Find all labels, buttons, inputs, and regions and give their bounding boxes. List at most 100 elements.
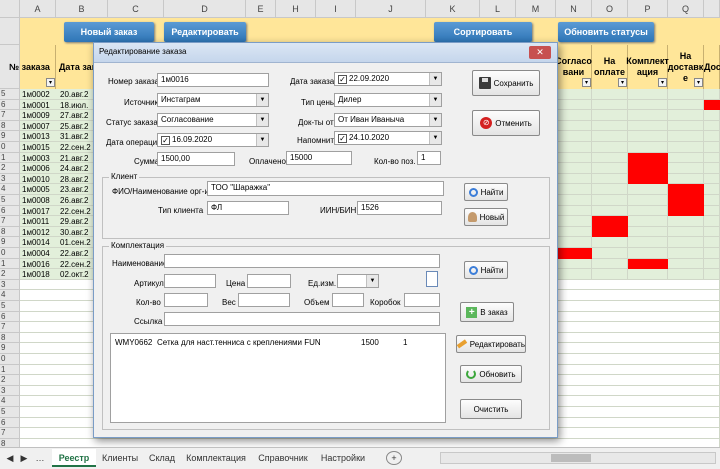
status-cell[interactable]: [628, 184, 668, 195]
status-flag[interactable]: [628, 258, 668, 270]
status-cell[interactable]: [668, 173, 704, 185]
status-cell[interactable]: [592, 131, 628, 142]
order-no-cell[interactable]: 1м0007: [20, 121, 56, 132]
order-date-cell[interactable]: 28.авг.2: [58, 174, 92, 185]
status-cell[interactable]: [668, 99, 704, 111]
price-field[interactable]: [247, 274, 291, 288]
new-order-button[interactable]: Новый заказ: [64, 22, 154, 42]
status-cell[interactable]: [592, 152, 628, 164]
status-cell[interactable]: [704, 142, 720, 153]
status-cell[interactable]: [592, 269, 628, 280]
row-header[interactable]: 2: [0, 269, 20, 280]
status-flag[interactable]: [628, 173, 668, 185]
row-header[interactable]: 6: [0, 311, 20, 323]
status-cell[interactable]: [668, 163, 704, 174]
status-flag[interactable]: [668, 205, 704, 217]
tab-clients[interactable]: Клиенты: [98, 449, 142, 467]
sort-button[interactable]: Сортировать: [434, 22, 532, 42]
status-flag[interactable]: [628, 152, 668, 164]
status-cell[interactable]: [556, 89, 592, 100]
col-header-i[interactable]: I: [316, 0, 356, 18]
status-cell[interactable]: [704, 110, 720, 121]
chevron-down-icon[interactable]: ▼: [429, 73, 441, 85]
row-header[interactable]: 3: [0, 173, 20, 185]
order-date-picker[interactable]: ✓ 22.09.2020 ▼: [334, 72, 442, 86]
remind-date-picker[interactable]: ✓ 24.10.2020 ▼: [334, 131, 442, 145]
status-cell[interactable]: [668, 120, 704, 132]
row-header[interactable]: 4: [0, 290, 20, 301]
source-select[interactable]: Инстаграм ▼: [157, 93, 269, 107]
row-header[interactable]: 0: [0, 142, 20, 153]
filter-dropdown-icon[interactable]: ▾: [582, 78, 591, 87]
status-cell[interactable]: [592, 110, 628, 121]
add-sheet-icon[interactable]: +: [386, 451, 402, 465]
status-cell[interactable]: [592, 205, 628, 217]
col-header-e[interactable]: E: [246, 0, 276, 18]
status-cell[interactable]: [592, 163, 628, 174]
row-header[interactable]: 0: [0, 248, 20, 259]
col-header-d[interactable]: D: [164, 0, 246, 18]
row-header[interactable]: 1: [0, 258, 20, 270]
status-cell[interactable]: [592, 99, 628, 111]
row-header[interactable]: [0, 18, 20, 45]
status-cell[interactable]: [628, 269, 668, 280]
chevron-down-icon[interactable]: ▼: [429, 114, 441, 126]
status-cell[interactable]: [556, 152, 592, 164]
row-header[interactable]: 7: [0, 110, 20, 121]
tab-settings[interactable]: Настройки: [316, 449, 370, 467]
row-header[interactable]: 8: [0, 226, 20, 238]
tab-warehouse[interactable]: Склад: [144, 449, 180, 467]
status-cell[interactable]: [556, 216, 592, 227]
chevron-down-icon[interactable]: ▼: [256, 114, 268, 126]
order-date-cell[interactable]: 22.авг.2: [58, 248, 92, 259]
status-cell[interactable]: [592, 195, 628, 206]
client-type-field[interactable]: ФЛ: [207, 201, 289, 215]
status-cell[interactable]: [556, 173, 592, 185]
order-date-cell[interactable]: 30.авг.2: [58, 227, 92, 238]
unit-select[interactable]: ▼: [337, 274, 379, 288]
col-header-k[interactable]: K: [426, 0, 480, 18]
status-cell[interactable]: [668, 152, 704, 164]
edit-order-button[interactable]: Редактировать: [164, 22, 246, 42]
order-date-cell[interactable]: 24.авг.2: [58, 163, 92, 174]
col-header-a[interactable]: A: [20, 0, 56, 18]
order-no-cell[interactable]: 1м0010: [20, 174, 56, 185]
status-cell[interactable]: [704, 205, 720, 217]
items-list[interactable]: WMY0662 Сетка для наст.тенниса с креплени…: [110, 333, 446, 423]
order-no-cell[interactable]: 1м0017: [20, 206, 56, 217]
order-no-cell[interactable]: 1м0008: [20, 195, 56, 206]
kit-name-field[interactable]: [164, 254, 440, 268]
order-no-cell[interactable]: 1м0015: [20, 142, 56, 153]
status-cell[interactable]: [704, 226, 720, 238]
article-field[interactable]: [164, 274, 216, 288]
price-type-select[interactable]: Дилер ▼: [334, 93, 442, 107]
status-cell[interactable]: [628, 110, 668, 121]
client-name-field[interactable]: ТОО "Шаражка": [207, 181, 444, 196]
order-no-cell[interactable]: 1м0005: [20, 184, 56, 195]
link-field[interactable]: [164, 312, 440, 326]
tab-nav-prev[interactable]: ◀: [4, 449, 16, 467]
order-date-cell[interactable]: 22.сен.2: [58, 142, 92, 153]
chevron-down-icon[interactable]: ▼: [256, 94, 268, 106]
status-flag[interactable]: [668, 195, 704, 206]
find-item-button[interactable]: Найти: [464, 261, 508, 279]
order-date-cell[interactable]: 26.авг.2: [58, 195, 92, 206]
tab-nav-more[interactable]: …: [32, 449, 48, 467]
docs-from-select[interactable]: От Иван Иваныча ▼: [334, 113, 442, 127]
row-header[interactable]: 3: [0, 385, 20, 397]
row-header[interactable]: 2: [0, 375, 20, 386]
status-flag[interactable]: [556, 248, 592, 259]
scrollbar-thumb[interactable]: [551, 454, 591, 462]
status-cell[interactable]: [704, 163, 720, 174]
find-client-button[interactable]: Найти: [464, 183, 508, 201]
status-cell[interactable]: [556, 258, 592, 270]
order-date-cell[interactable]: 02.окт.2: [58, 269, 92, 280]
status-cell[interactable]: [668, 226, 704, 238]
row-header[interactable]: 1: [0, 152, 20, 164]
status-cell[interactable]: [668, 216, 704, 227]
status-cell[interactable]: [556, 269, 592, 280]
col-header-p[interactable]: P: [628, 0, 668, 18]
order-no-cell[interactable]: 1м0013: [20, 131, 56, 142]
new-client-button[interactable]: Новый: [464, 208, 508, 226]
row-header[interactable]: 8: [0, 120, 20, 132]
